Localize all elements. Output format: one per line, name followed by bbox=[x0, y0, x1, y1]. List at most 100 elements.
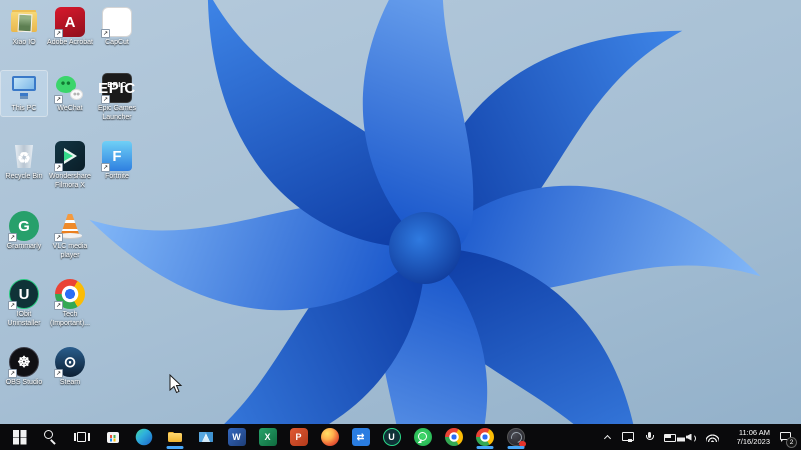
obs-studio-icon bbox=[8, 347, 39, 378]
desktop-icon-label: Wondershare Filmora X bbox=[49, 173, 91, 189]
taskbar-search-button[interactable] bbox=[35, 424, 66, 450]
desktop: Xiao IO Adobe Acrobat CapCut This PC WeChat E… bbox=[0, 0, 801, 424]
tray-volume[interactable] bbox=[684, 429, 698, 445]
taskbar-word[interactable] bbox=[221, 424, 252, 450]
shortcut-arrow-icon bbox=[8, 369, 17, 378]
taskbar-chrome[interactable] bbox=[438, 424, 469, 450]
shortcut-arrow-icon bbox=[8, 301, 17, 310]
recycle-icon-art bbox=[9, 141, 39, 171]
taskbar-teamviewer[interactable] bbox=[345, 424, 376, 450]
taskbar-screen-recorder[interactable] bbox=[500, 424, 531, 450]
desktop-icon-xiao-io[interactable]: Xiao IO bbox=[1, 5, 47, 50]
mouse-cursor bbox=[169, 374, 183, 394]
taskbar-mail[interactable] bbox=[190, 424, 221, 450]
chrome-profile-2-icon bbox=[475, 428, 494, 446]
vlc-media-player-icon bbox=[54, 211, 85, 242]
desktop-icon-label: Adobe Acrobat bbox=[47, 39, 93, 46]
recycle-bin-icon bbox=[9, 141, 39, 171]
chrome-icon bbox=[444, 428, 463, 446]
adobe-acrobat-icon bbox=[54, 7, 85, 38]
clock-time: 11:06 AM bbox=[738, 428, 770, 437]
desktop-icon-label: Grammarly bbox=[6, 243, 42, 250]
shortcut-arrow-icon bbox=[54, 369, 63, 378]
desktop-icon-label: CapCut bbox=[105, 39, 129, 46]
tray-cast-display[interactable] bbox=[621, 429, 635, 445]
shortcut-arrow-icon bbox=[54, 233, 63, 242]
clock-date: 7/16/2023 bbox=[736, 437, 770, 446]
shortcut-arrow-icon bbox=[54, 301, 63, 310]
mail-icon bbox=[197, 428, 215, 446]
powerpoint-icon bbox=[289, 428, 308, 446]
desktop-icon-wondershare-filmora-x[interactable]: Wondershare Filmora X bbox=[47, 139, 93, 192]
desktop-icon-tech-important[interactable]: Tech (Important)... bbox=[47, 277, 93, 330]
desktop-icon-adobe-acrobat[interactable]: Adobe Acrobat bbox=[47, 5, 93, 50]
tray-icon-group bbox=[600, 429, 719, 445]
desktop-icon-label: VLC media player bbox=[52, 243, 88, 259]
desktop-icon-epic-games-launcher[interactable]: Epic Games Launcher bbox=[94, 71, 140, 124]
windows-bloom-wallpaper bbox=[89, 0, 761, 424]
desktop-icon-label: Tech (Important)... bbox=[49, 311, 91, 327]
xiao-io-icon bbox=[9, 7, 39, 37]
desktop-icon-label: Steam bbox=[59, 379, 81, 386]
excel-icon bbox=[258, 428, 277, 446]
iobit-uninstaller-icon bbox=[8, 279, 39, 310]
desktop-icon-obs-studio[interactable]: OBS Studio bbox=[1, 345, 47, 390]
tray-battery[interactable] bbox=[663, 429, 677, 445]
desktop-icon-label: Recycle Bin bbox=[5, 173, 43, 180]
shortcut-arrow-icon bbox=[54, 163, 63, 172]
task-view-button-icon bbox=[73, 428, 91, 446]
thispc-icon-art bbox=[9, 73, 39, 103]
steam-icon bbox=[54, 347, 85, 378]
desktop-icon-label: Xiao IO bbox=[12, 39, 36, 46]
tech-important-icon bbox=[54, 279, 85, 310]
desktop-icon-vlc-media-player[interactable]: VLC media player bbox=[47, 209, 93, 262]
shortcut-arrow-icon bbox=[54, 95, 63, 104]
clock[interactable]: 11:06 AM 7/16/2023 bbox=[726, 428, 770, 446]
tray-hidden-icons-chevron[interactable] bbox=[600, 429, 614, 445]
wechat-icon bbox=[54, 73, 85, 104]
hidden-icons-chevron-icon bbox=[603, 433, 611, 441]
taskbar-firefox[interactable] bbox=[314, 424, 345, 450]
taskbar-pinned-apps bbox=[4, 424, 531, 450]
fortnite-icon bbox=[101, 141, 132, 172]
search-button-icon bbox=[42, 428, 60, 446]
shortcut-arrow-icon bbox=[54, 29, 63, 38]
desktop-icon-grammarly[interactable]: Grammarly bbox=[1, 209, 47, 254]
desktop-icon-label: WeChat bbox=[57, 105, 83, 112]
folderphoto-icon-art bbox=[9, 7, 39, 37]
microsoft-store-icon bbox=[104, 428, 122, 446]
tray-microphone[interactable] bbox=[642, 429, 656, 445]
capcut-icon bbox=[101, 7, 132, 38]
desktop-icon-this-pc[interactable]: This PC bbox=[0, 70, 48, 117]
start-button-icon bbox=[11, 428, 29, 446]
word-icon bbox=[227, 428, 246, 446]
desktop-icon-fortnite[interactable]: Fortnite bbox=[94, 139, 140, 184]
desktop-icon-label: Fortnite bbox=[105, 173, 129, 180]
taskbar-file-explorer[interactable] bbox=[159, 424, 190, 450]
firefox-icon bbox=[320, 428, 339, 446]
battery-icon bbox=[663, 433, 677, 442]
taskbar: 11:06 AM 7/16/2023 2 bbox=[0, 424, 801, 450]
desktop-icon-wechat[interactable]: WeChat bbox=[47, 71, 93, 116]
taskbar-whatsapp[interactable] bbox=[407, 424, 438, 450]
teamviewer-icon bbox=[351, 428, 370, 446]
taskbar-start-button[interactable] bbox=[4, 424, 35, 450]
network-wifi-icon bbox=[705, 432, 719, 442]
taskbar-powerpoint[interactable] bbox=[283, 424, 314, 450]
desktop-icon-label: OBS Studio bbox=[5, 379, 43, 386]
tray-network-wifi[interactable] bbox=[705, 429, 719, 445]
action-center-button[interactable]: 2 bbox=[777, 430, 797, 448]
desktop-icon-recycle-bin[interactable]: Recycle Bin bbox=[1, 139, 47, 184]
desktop-icon-steam[interactable]: Steam bbox=[47, 345, 93, 390]
desktop-icon-capcut[interactable]: CapCut bbox=[94, 5, 140, 50]
taskbar-microsoft-store[interactable] bbox=[97, 424, 128, 450]
taskbar-task-view-button[interactable] bbox=[66, 424, 97, 450]
desktop-icon-label: IObit Uninstaller bbox=[7, 311, 41, 327]
taskbar-microsoft-edge[interactable] bbox=[128, 424, 159, 450]
desktop-icon-iobit-uninstaller[interactable]: IObit Uninstaller bbox=[1, 277, 47, 330]
shortcut-arrow-icon bbox=[101, 29, 110, 38]
taskbar-chrome-profile-2[interactable] bbox=[469, 424, 500, 450]
taskbar-excel[interactable] bbox=[252, 424, 283, 450]
shortcut-arrow-icon bbox=[8, 233, 17, 242]
taskbar-iobit-uninstaller[interactable] bbox=[376, 424, 407, 450]
